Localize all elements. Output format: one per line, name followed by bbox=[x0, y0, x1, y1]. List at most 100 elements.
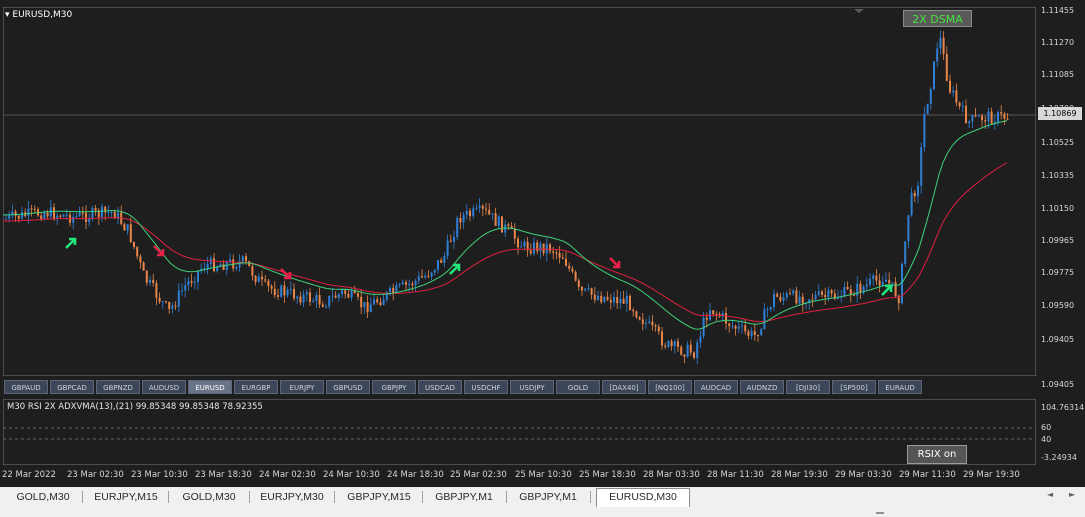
candle-body bbox=[30, 208, 33, 210]
symbol-button-eurusd[interactable]: EURUSD bbox=[188, 380, 232, 394]
candle-body bbox=[142, 262, 145, 271]
candle-body bbox=[398, 284, 401, 286]
symbol-button-usdchf[interactable]: USDCHF bbox=[464, 380, 508, 394]
horizontal-scrollbar[interactable] bbox=[0, 509, 1085, 517]
candle-body bbox=[904, 241, 907, 264]
candle-body bbox=[456, 218, 459, 237]
tab-gbpjpy-m15[interactable]: GBPJPY,M15 bbox=[340, 489, 418, 506]
candle-body bbox=[705, 317, 708, 320]
candle-body bbox=[961, 105, 964, 107]
candle-body bbox=[75, 216, 78, 218]
candle-body bbox=[299, 296, 302, 303]
symbol-button-gbpaud[interactable]: GBPAUD bbox=[4, 380, 48, 394]
candle-body bbox=[907, 215, 910, 242]
candle-body bbox=[901, 263, 903, 304]
candle-body bbox=[11, 211, 14, 215]
symbol-button-gbpjpy[interactable]: GBPJPY bbox=[372, 380, 416, 394]
candle-body bbox=[776, 294, 779, 297]
candle-body bbox=[952, 90, 955, 93]
symbol-button-sp500[interactable]: [SP500] bbox=[832, 380, 876, 394]
candle-body bbox=[728, 323, 731, 326]
candle-body bbox=[773, 294, 775, 307]
candle-body bbox=[245, 256, 247, 262]
symbol-button-audusd[interactable]: AUDUSD bbox=[142, 380, 186, 394]
tab-separator bbox=[82, 491, 83, 503]
symbol-button-gbpnzd[interactable]: GBPNZD bbox=[96, 380, 140, 394]
candle-body bbox=[987, 111, 990, 122]
dsma-button[interactable]: 2X DSMA bbox=[903, 10, 972, 27]
candle-body bbox=[523, 241, 526, 247]
tab-gbpjpy-m1[interactable]: GBPJPY,M1 bbox=[426, 489, 502, 506]
candle-body bbox=[241, 256, 244, 262]
symbol-button-usdcad[interactable]: USDCAD bbox=[418, 380, 462, 394]
candle-body bbox=[549, 244, 551, 252]
time-tick-label: 25 Mar 10:30 bbox=[515, 470, 572, 480]
symbol-button-euraud[interactable]: EURAUD bbox=[878, 380, 922, 394]
candle-body bbox=[273, 288, 276, 296]
symbol-button-audcad[interactable]: AUDCAD bbox=[694, 380, 738, 394]
candle-body bbox=[753, 331, 756, 335]
candle-body bbox=[689, 344, 692, 353]
symbol-button-gbpcad[interactable]: GBPCAD bbox=[50, 380, 94, 394]
candle-body bbox=[731, 325, 734, 327]
candle-body bbox=[43, 212, 46, 220]
candle-body bbox=[449, 240, 452, 242]
candle-body bbox=[405, 282, 407, 285]
chart-menu-triangle-icon[interactable]: ▾ bbox=[5, 10, 10, 20]
tab-eurjpy-m30[interactable]: EURJPY,M30 bbox=[254, 489, 330, 506]
tab-separator bbox=[168, 491, 169, 503]
candle-body bbox=[475, 207, 478, 209]
tab-scroll-right-icon[interactable]: ► bbox=[1069, 490, 1075, 499]
candle-body bbox=[337, 294, 340, 298]
symbol-button-audnzd[interactable]: AUDNZD bbox=[740, 380, 784, 394]
candle-body bbox=[65, 214, 68, 216]
tab-eurjpy-m15[interactable]: EURJPY,M15 bbox=[88, 489, 164, 506]
candle-body bbox=[257, 276, 260, 283]
candle-body bbox=[1000, 112, 1003, 114]
candle-body bbox=[485, 208, 487, 210]
candle-body bbox=[513, 228, 516, 239]
rsi-level-label: 60 bbox=[1041, 423, 1052, 432]
candle-body bbox=[625, 295, 628, 304]
candle-body bbox=[869, 278, 871, 285]
symbol-button-gbpusd[interactable]: GBPUSD bbox=[326, 380, 370, 394]
candle-body bbox=[177, 290, 180, 307]
rsix-toggle-button[interactable]: RSIX on bbox=[907, 445, 967, 464]
candle-body bbox=[149, 279, 151, 283]
candle-body bbox=[641, 319, 644, 325]
tab-gold-m30[interactable]: GOLD,M30 bbox=[173, 489, 245, 506]
symbol-button-dax40[interactable]: [DAX40] bbox=[602, 380, 646, 394]
candle-body bbox=[315, 295, 318, 301]
candle-body bbox=[261, 276, 263, 280]
time-tick-label: 24 Mar 02:30 bbox=[259, 470, 316, 480]
candle-body bbox=[785, 293, 788, 298]
candle-body bbox=[798, 296, 801, 304]
symbol-button-dji30[interactable]: [DJI30] bbox=[786, 380, 830, 394]
candle-body bbox=[542, 243, 545, 254]
symbol-button-gold[interactable]: GOLD bbox=[556, 380, 600, 394]
chart-window[interactable]: ▾ EURUSD,M30 2X DSMA 1.11455 1.11270 1.110… bbox=[0, 0, 1085, 487]
symbol-bar: GBPAUD GBPCAD GBPNZD AUDUSD EURUSD EURGBP EURJ… bbox=[3, 379, 1036, 397]
symbol-button-eurgbp[interactable]: EURGBP bbox=[234, 380, 278, 394]
tab-eurusd-m30[interactable]: EURUSD,M30 bbox=[596, 488, 690, 507]
symbol-button-usdjpy[interactable]: USDJPY bbox=[510, 380, 554, 394]
candle-body bbox=[408, 283, 411, 285]
symbol-button-nq100[interactable]: [NQ100] bbox=[648, 380, 692, 394]
candle-body bbox=[821, 291, 823, 295]
candle-body bbox=[433, 269, 436, 273]
candle-body bbox=[360, 296, 363, 308]
scrollbar-thumb[interactable] bbox=[876, 512, 884, 514]
candle-body bbox=[843, 286, 846, 297]
tab-scroll-left-icon[interactable]: ◄ bbox=[1047, 490, 1053, 499]
candle-body bbox=[190, 280, 193, 283]
candle-body bbox=[817, 291, 820, 295]
price-chart[interactable] bbox=[3, 7, 1036, 376]
candle-body bbox=[878, 280, 881, 286]
candle-body bbox=[94, 208, 97, 211]
candle-body bbox=[165, 301, 167, 303]
tab-gbpjpy-m1[interactable]: GBPJPY,M1 bbox=[510, 489, 586, 506]
tab-gold-m30[interactable]: GOLD,M30 bbox=[8, 489, 78, 506]
candle-body bbox=[747, 331, 750, 336]
symbol-button-eurjpy[interactable]: EURJPY bbox=[280, 380, 324, 394]
tab-separator bbox=[506, 491, 507, 503]
